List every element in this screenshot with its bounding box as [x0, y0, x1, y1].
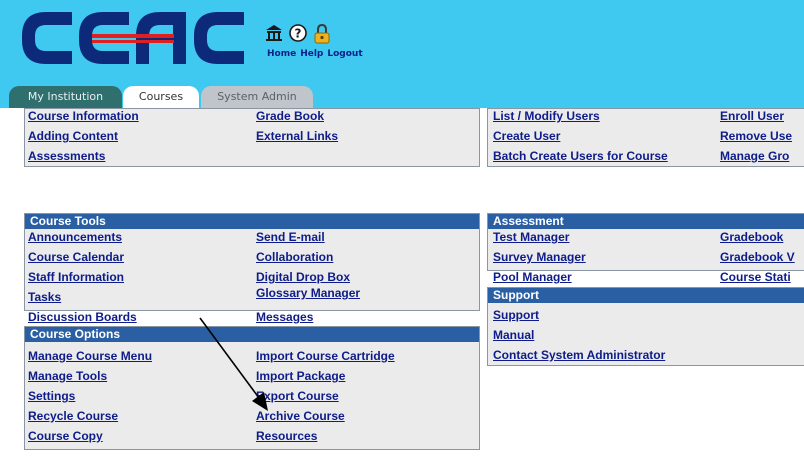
- header-links: Home Help Logout: [267, 49, 363, 59]
- resources-link[interactable]: Resources: [256, 429, 317, 443]
- batch-create-users-link[interactable]: Batch Create Users for Course: [493, 149, 668, 163]
- course-copy-link[interactable]: Course Copy: [28, 429, 103, 443]
- course-tools-panel: Course Tools Announcements Course Calend…: [24, 213, 480, 324]
- staff-information-link[interactable]: Staff Information: [28, 270, 124, 284]
- recycle-course-link[interactable]: Recycle Course: [28, 409, 118, 423]
- gradebook-views-link[interactable]: Gradebook V: [720, 250, 795, 264]
- list-modify-users-link[interactable]: List / Modify Users: [493, 109, 600, 123]
- import-package-link[interactable]: Import Package: [256, 369, 345, 383]
- tab-system-admin[interactable]: System Admin: [201, 86, 313, 108]
- settings-link[interactable]: Settings: [28, 389, 75, 403]
- course-information-link[interactable]: Course Information: [28, 109, 139, 123]
- external-links-link[interactable]: External Links: [256, 129, 338, 143]
- contact-system-administrator-link[interactable]: Contact System Administrator: [493, 348, 665, 362]
- remove-user-link[interactable]: Remove Use: [720, 129, 792, 143]
- archive-course-link[interactable]: Archive Course: [256, 409, 345, 423]
- home-icon[interactable]: [265, 24, 283, 42]
- assessments-link[interactable]: Assessments: [28, 149, 105, 163]
- collaboration-link[interactable]: Collaboration: [256, 250, 333, 264]
- support-header: Support: [488, 288, 804, 303]
- course-tools-header: Course Tools: [25, 214, 479, 229]
- pool-manager-link[interactable]: Pool Manager: [493, 270, 572, 284]
- manage-tools-link[interactable]: Manage Tools: [28, 369, 107, 383]
- send-email-link[interactable]: Send E-mail: [256, 230, 325, 244]
- messages-link[interactable]: Messages: [256, 310, 313, 324]
- gradebook-link[interactable]: Gradebook: [720, 230, 783, 244]
- logout-link[interactable]: Logout: [327, 49, 362, 59]
- import-course-cartridge-link[interactable]: Import Course Cartridge: [256, 349, 395, 363]
- support-panel: Support Support Manual Contact System Ad…: [487, 287, 804, 366]
- tab-courses[interactable]: Courses: [123, 86, 199, 109]
- home-link[interactable]: Home: [267, 49, 296, 59]
- manage-course-menu-link[interactable]: Manage Course Menu: [28, 349, 152, 363]
- assessment-header: Assessment: [488, 214, 804, 229]
- header-icons: ?: [265, 24, 331, 44]
- create-user-link[interactable]: Create User: [493, 129, 560, 143]
- user-management-panel: List / Modify Users Create User Batch Cr…: [487, 108, 804, 167]
- course-options-header: Course Options: [25, 327, 479, 342]
- help-link[interactable]: Help: [300, 49, 323, 59]
- ccac-logo[interactable]: [22, 12, 244, 64]
- enroll-user-link[interactable]: Enroll User: [720, 109, 784, 123]
- course-options-panel: Course Options Manage Course Menu Manage…: [24, 326, 480, 450]
- manage-groups-link[interactable]: Manage Gro: [720, 149, 789, 163]
- digital-drop-box-link[interactable]: Digital Drop Box: [256, 270, 350, 284]
- adding-content-link[interactable]: Adding Content: [28, 129, 118, 143]
- header-banner: ? Home Help Logout My Institution Course…: [0, 0, 804, 109]
- tasks-link[interactable]: Tasks: [28, 290, 61, 304]
- discussion-boards-link[interactable]: Discussion Boards: [28, 310, 137, 324]
- announcements-link[interactable]: Announcements: [28, 230, 122, 244]
- export-course-link[interactable]: Export Course: [256, 389, 339, 403]
- test-manager-link[interactable]: Test Manager: [493, 230, 569, 244]
- svg-text:?: ?: [295, 27, 302, 41]
- support-link[interactable]: Support: [493, 308, 539, 322]
- course-statistics-link[interactable]: Course Stati: [720, 270, 791, 284]
- assessment-panel: Assessment Test Manager Survey Manager P…: [487, 213, 804, 284]
- tab-my-institution[interactable]: My Institution: [9, 86, 122, 108]
- survey-manager-link[interactable]: Survey Manager: [493, 250, 586, 264]
- lock-icon[interactable]: [313, 24, 331, 44]
- manual-link[interactable]: Manual: [493, 328, 534, 342]
- help-icon[interactable]: ?: [289, 24, 307, 42]
- glossary-manager-link[interactable]: Glossary Manager: [256, 286, 360, 300]
- grade-book-link[interactable]: Grade Book: [256, 109, 324, 123]
- course-content-panel: Course Information Adding Content Assess…: [24, 108, 480, 167]
- course-calendar-link[interactable]: Course Calendar: [28, 250, 124, 264]
